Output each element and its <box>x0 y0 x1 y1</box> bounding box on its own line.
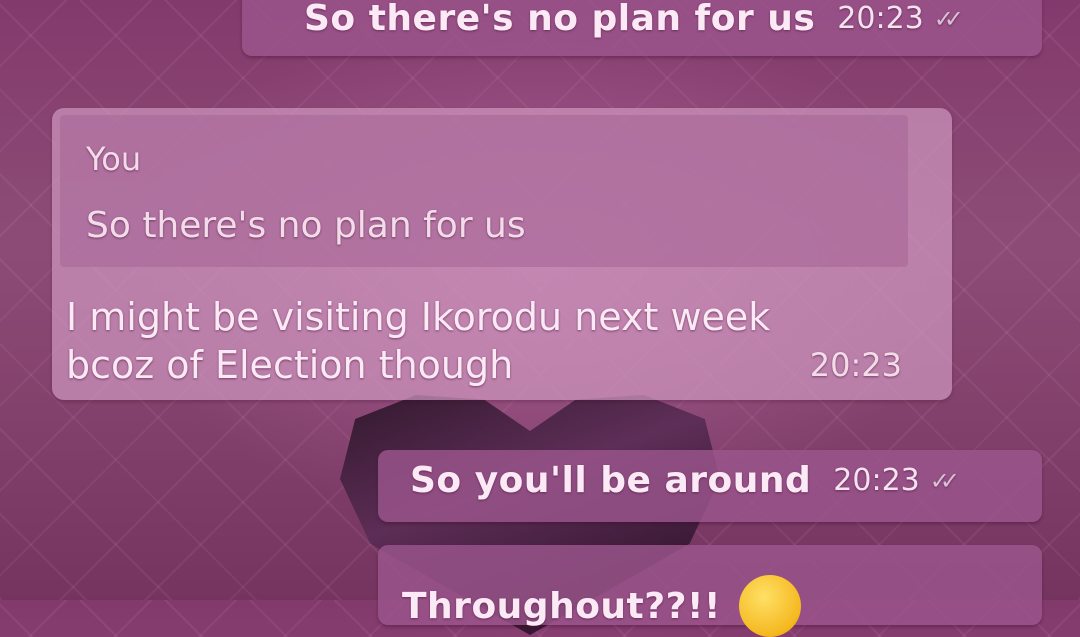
quoted-text: So there's no plan for us <box>86 205 526 246</box>
message-text: So you'll be around <box>410 460 812 501</box>
message-text: So there's no plan for us <box>304 0 816 39</box>
message-line: I might be visiting Ikorodu next week <box>66 295 771 339</box>
smiling-face-icon <box>738 575 801 637</box>
message-text: Throughout??!! <box>402 585 721 627</box>
quoted-message[interactable]: You So there's no plan for us <box>60 115 908 267</box>
message-text: I might be visiting Ikorodu next week bc… <box>66 293 770 389</box>
outgoing-message-bubble[interactable]: So there's no plan for us 20:23 ✓✓ <box>242 0 1042 56</box>
message-time: 20:23 <box>809 346 902 384</box>
message-time: 20:23 <box>833 463 920 498</box>
quoted-author: You <box>86 140 142 178</box>
read-receipt-icon: ✓✓ <box>933 4 964 33</box>
outgoing-message-bubble[interactable]: Throughout??!! <box>378 545 1042 637</box>
read-receipt-icon: ✓✓ <box>929 466 960 495</box>
outgoing-message-bubble[interactable]: So you'll be around 20:23 ✓✓ <box>378 450 1042 522</box>
incoming-reply-bubble[interactable]: You So there's no plan for us I might be… <box>52 108 952 400</box>
message-line: bcoz of Election though <box>66 343 514 387</box>
message-time: 20:23 <box>837 1 924 36</box>
